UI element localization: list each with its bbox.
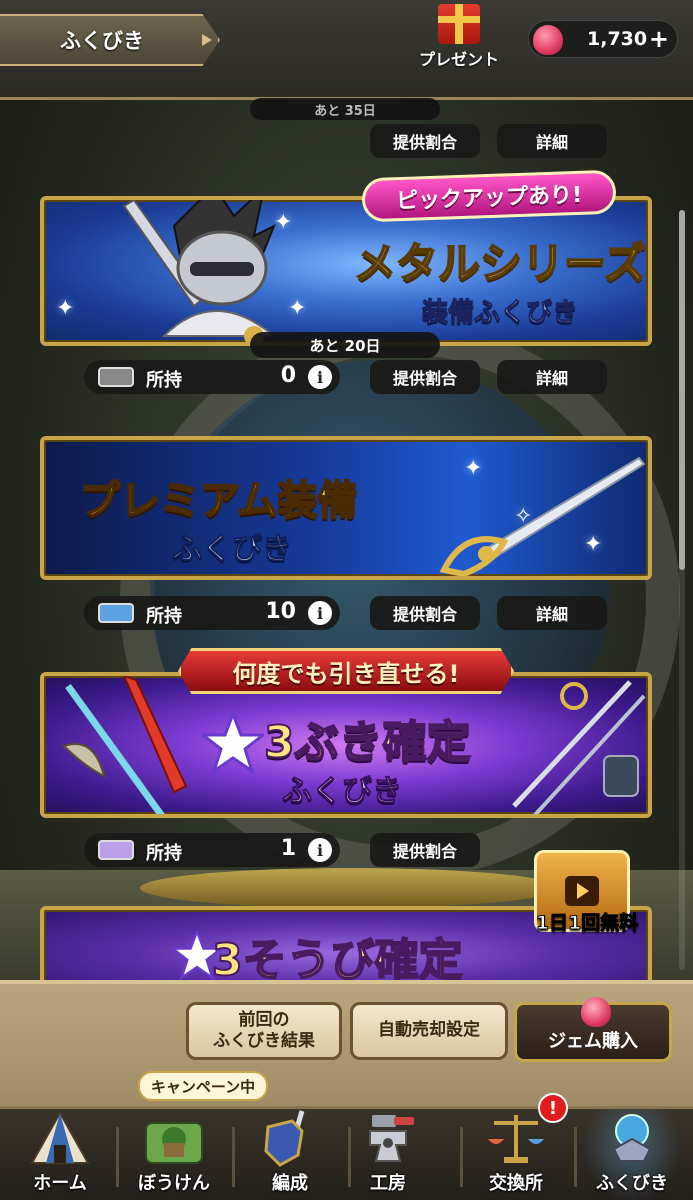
star-rank-icon xyxy=(202,712,264,774)
nav-adventure[interactable]: ぼうけん xyxy=(128,1109,220,1200)
details-button[interactable]: 詳細 xyxy=(497,124,607,158)
reroll-ribbon: 何度でも引き直せる! xyxy=(178,648,514,694)
owned-label: 所持 xyxy=(146,843,182,864)
nav-label: ふくびき xyxy=(596,1173,668,1194)
bottom-nav: ホーム ぼうけん 編成 工房 交換所 ふくびき xyxy=(0,1106,693,1200)
owned-count: 0 xyxy=(280,363,296,388)
weapons-art-right xyxy=(512,680,646,814)
previous-results-button[interactable]: 前回の ふくびき結果 xyxy=(186,1002,342,1060)
auto-sell-settings-button[interactable]: 自動売却設定 xyxy=(350,1002,508,1060)
metal-series-title: メタルシリーズ xyxy=(353,238,647,289)
info-icon[interactable]: i xyxy=(308,838,332,862)
nav-label: ぼうけん xyxy=(138,1173,210,1194)
rates-button[interactable]: 提供割合 xyxy=(370,833,480,867)
sparkle-icon: ✦ xyxy=(288,296,307,321)
gem-icon xyxy=(533,25,563,55)
gem-purchase-button[interactable]: ジェム購入 xyxy=(514,997,672,1062)
nav-gacha[interactable]: ふくびき xyxy=(586,1109,678,1200)
nav-label: ホーム xyxy=(33,1173,87,1194)
star3-ticket-icon xyxy=(98,840,134,860)
owned-tickets-star3: 所持 1 i xyxy=(84,833,340,867)
campaign-tag: キャンペーン中 xyxy=(138,1071,268,1101)
premium-title: プレミアム装備 xyxy=(79,477,358,525)
rapier-icon xyxy=(439,456,646,576)
star3-weapon-title: 3ぶき確定 xyxy=(263,716,472,769)
rates-button[interactable]: 提供割合 xyxy=(370,360,480,394)
scrollbar[interactable] xyxy=(679,210,685,970)
scrollbar-thumb[interactable] xyxy=(679,210,685,570)
nav-label: 編成 xyxy=(272,1173,308,1194)
details-button[interactable]: 詳細 xyxy=(497,360,607,394)
free-once-daily-label: 1日1回無料 xyxy=(535,912,639,935)
anvil-icon xyxy=(369,1115,414,1162)
metal-series-banner[interactable]: ✦ ✦ ✦ メタルシリーズ 装備ふくびき xyxy=(40,196,652,346)
page-title-plate: ふくびき xyxy=(0,14,220,66)
star3-gear-title: 3そうび確定 xyxy=(211,934,464,986)
present-button[interactable]: プレゼント xyxy=(412,2,506,69)
gacha-orb-icon xyxy=(612,1114,652,1162)
adventure-map-icon xyxy=(145,1122,203,1164)
nav-workshop[interactable]: 工房 xyxy=(342,1109,434,1200)
shield-sword-icon xyxy=(264,1110,305,1167)
owned-tickets-premium: 所持 10 i xyxy=(84,596,340,630)
gem-purchase-label: ジェム購入 xyxy=(548,1031,638,1052)
nav-divider xyxy=(232,1127,235,1187)
sparkle-icon: ✦ xyxy=(56,296,75,321)
metal-ticket-icon xyxy=(98,367,134,387)
nav-exchange[interactable]: 交換所 xyxy=(470,1109,562,1200)
pickup-badge: ピックアップあり! xyxy=(361,169,617,223)
tent-icon xyxy=(30,1110,90,1164)
rates-button[interactable]: 提供割合 xyxy=(370,124,480,158)
owned-label: 所持 xyxy=(146,606,182,627)
gem-count: 1,730 xyxy=(587,28,648,50)
page-title: ふくびき xyxy=(60,29,144,53)
premium-equipment-banner[interactable]: ✦ ✦ ✧ プレミアム装備 ふくびき xyxy=(40,436,652,580)
info-icon[interactable]: i xyxy=(308,601,332,625)
owned-count: 1 xyxy=(280,836,296,861)
details-button[interactable]: 詳細 xyxy=(497,596,607,630)
gem-icon xyxy=(581,997,611,1027)
premium-subtitle: ふくびき xyxy=(172,532,293,568)
gift-box-icon xyxy=(438,4,480,44)
nav-divider xyxy=(574,1127,577,1187)
gem-add-icon[interactable]: + xyxy=(649,25,669,53)
top-bar: ふくびき プレゼント 1,730 + xyxy=(0,0,693,100)
owned-count: 10 xyxy=(265,599,296,624)
owned-tickets-metal: 所持 0 i xyxy=(84,360,340,394)
nav-divider xyxy=(116,1127,119,1187)
days-left-pill: あと 20日 xyxy=(250,332,440,358)
premium-ticket-icon xyxy=(98,603,134,623)
nav-label: 交換所 xyxy=(489,1173,543,1194)
nav-label: 工房 xyxy=(370,1173,406,1194)
play-icon xyxy=(565,876,599,906)
scales-icon xyxy=(488,1115,544,1163)
background-gold-disk xyxy=(140,868,560,908)
metal-series-subtitle: 装備ふくびき xyxy=(421,298,578,329)
present-label: プレゼント xyxy=(418,50,499,69)
rates-button[interactable]: 提供割合 xyxy=(370,596,480,630)
days-left-pill: あと 35日 xyxy=(250,98,440,120)
title-arrow-icon xyxy=(202,34,212,46)
gem-counter[interactable]: 1,730 + xyxy=(528,20,678,58)
nav-formation[interactable]: 編成 xyxy=(244,1109,336,1200)
notification-badge: ! xyxy=(538,1093,568,1123)
sparkle-icon: ✦ xyxy=(274,210,293,235)
weapons-art-left xyxy=(62,676,188,814)
info-icon[interactable]: i xyxy=(308,365,332,389)
nav-divider xyxy=(460,1127,463,1187)
owned-label: 所持 xyxy=(146,370,182,391)
star3-weapon-subtitle: ふくびき xyxy=(282,774,403,810)
nav-home[interactable]: ホーム xyxy=(14,1109,106,1200)
